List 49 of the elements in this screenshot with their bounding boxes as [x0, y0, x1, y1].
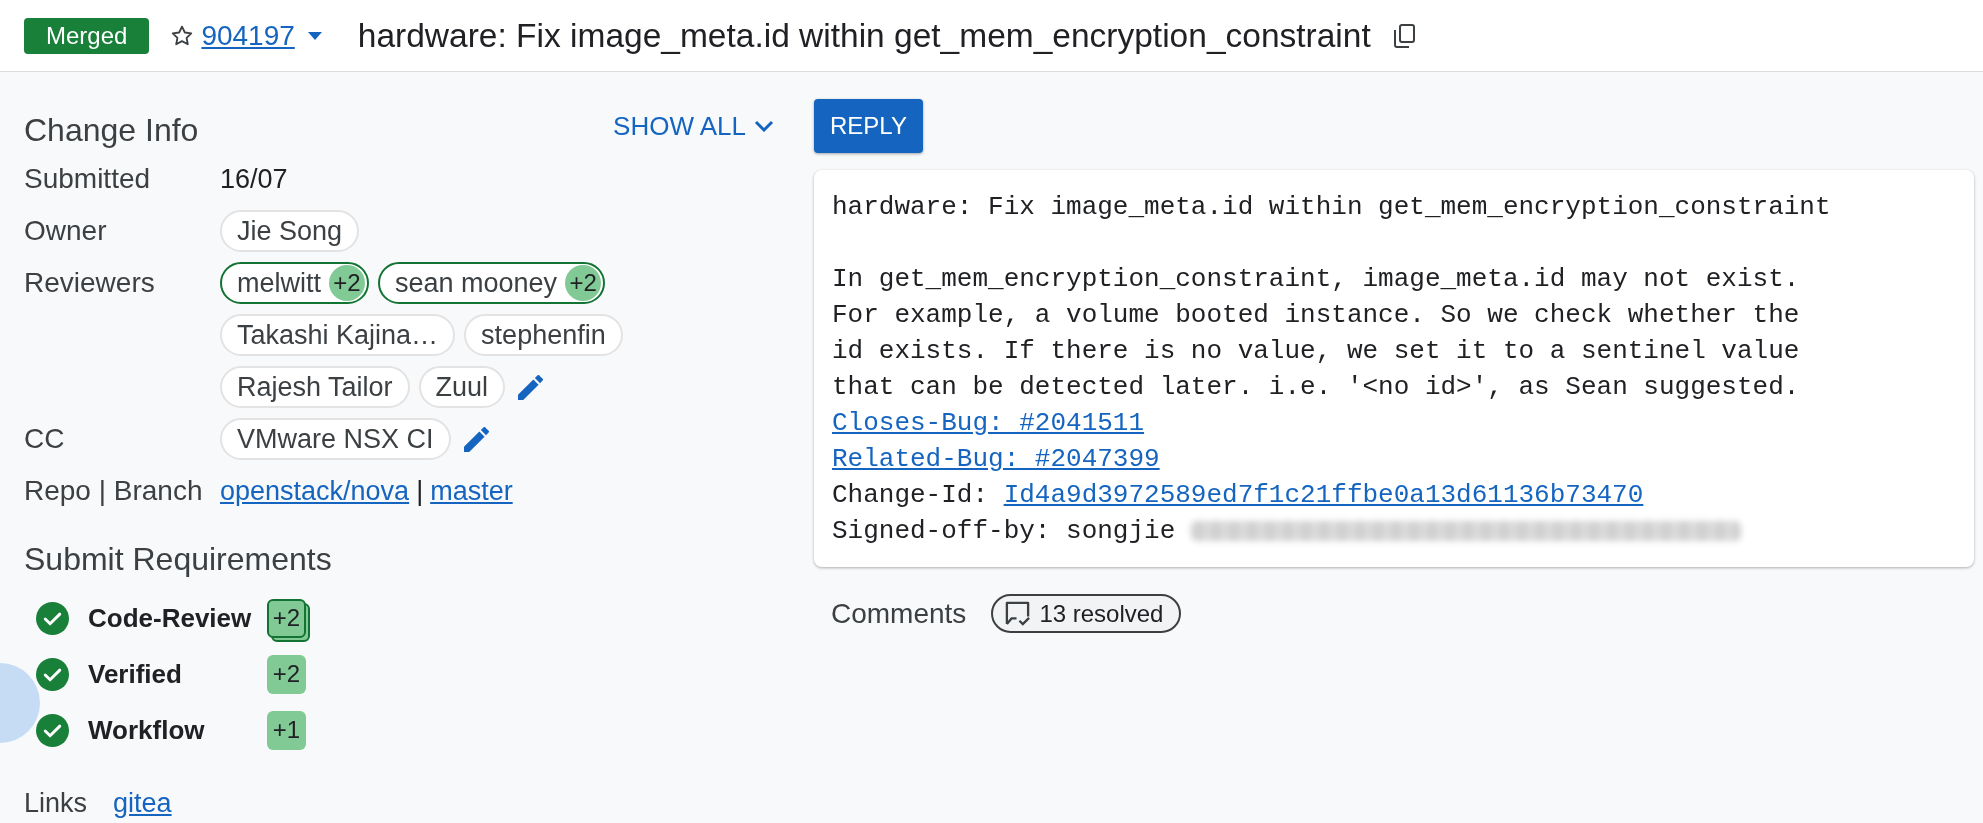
show-all-button[interactable]: SHOW ALL — [613, 110, 774, 142]
commit-body: In get_mem_encryption_constraint, image_meta.id may not exist. For example, a volume booted instance. So we check whether the id exists. If there is no value, we set it to a sentinel value that can be detected later. i.e. '<no id>', as Sean suggested. — [832, 263, 1801, 404]
repo-link[interactable]: master — [430, 470, 513, 512]
requirement-name: Workflow — [88, 714, 206, 746]
change-id-link[interactable]: Id4a9d3972589ed7f1c21ffbe0a13d61136b73470 — [1003, 477, 1644, 513]
account-chip[interactable]: Jie Song — [220, 210, 360, 252]
pencil-icon[interactable] — [463, 426, 489, 452]
account-chip[interactable]: VMware NSX CI — [220, 418, 451, 460]
field-label: CC — [24, 422, 66, 456]
account-chip[interactable]: sean mooney +2 — [378, 262, 606, 304]
vote-chip[interactable]: +2 — [267, 654, 306, 694]
caret-icon[interactable] — [307, 31, 322, 40]
section-title: Submit Requirements — [24, 540, 332, 578]
footer-text: Change-Id: — [832, 479, 989, 512]
field-value: 16/07 — [220, 163, 288, 196]
external-link[interactable]: gitea — [113, 787, 172, 819]
account-chip[interactable]: stephenfin — [464, 314, 623, 356]
chevron-down-icon — [754, 120, 774, 132]
bug-link[interactable]: Related-Bug: #2047399 — [832, 441, 1160, 477]
comments-label: Comments — [831, 597, 967, 630]
field-label: Reviewers — [24, 266, 156, 300]
commit-subject: hardware: Fix image_meta.id within get_mem_encryption_constraint — [832, 191, 1832, 224]
bug-link[interactable]: Closes-Bug: #2041511 — [832, 405, 1145, 441]
section-title: Change Info — [24, 110, 199, 149]
account-chip[interactable]: Takashi Kajina… — [220, 314, 456, 356]
requirement-name: Verified — [88, 658, 183, 690]
star-icon[interactable] — [171, 24, 194, 47]
link-separator: | — [416, 475, 424, 508]
account-chip[interactable]: Rajesh Tailor — [220, 366, 410, 408]
requirement-name: Code-Review — [88, 602, 253, 634]
field-label: Owner — [24, 214, 108, 248]
vote-chip[interactable]: +1 — [267, 710, 306, 750]
account-chip[interactable]: melwitt +2 — [220, 262, 369, 304]
change-number-link[interactable]: 904197 — [201, 19, 295, 52]
repo-link[interactable]: openstack/nova — [220, 470, 410, 512]
reply-button[interactable]: REPLY — [814, 99, 923, 153]
resolved-comments-chip[interactable]: 13 resolved — [991, 594, 1182, 633]
change-title: hardware: Fix image_meta.id within get_mem_encryption_constraint — [357, 16, 1371, 55]
status-badge: Merged — [24, 17, 150, 54]
vote-badge: +2 — [329, 265, 365, 301]
field-label: Submitted — [24, 162, 152, 196]
footer-text: Signed-off-by: songjie — [832, 515, 1176, 548]
copy-icon[interactable] — [1392, 23, 1415, 48]
field-label: Repo | Branch — [24, 474, 204, 508]
vote-badge: +2 — [565, 265, 602, 301]
links-label: Links — [24, 787, 88, 819]
pencil-icon[interactable] — [518, 374, 544, 400]
comment-check-icon — [1004, 600, 1032, 627]
account-chip[interactable]: Zuul — [418, 366, 506, 408]
